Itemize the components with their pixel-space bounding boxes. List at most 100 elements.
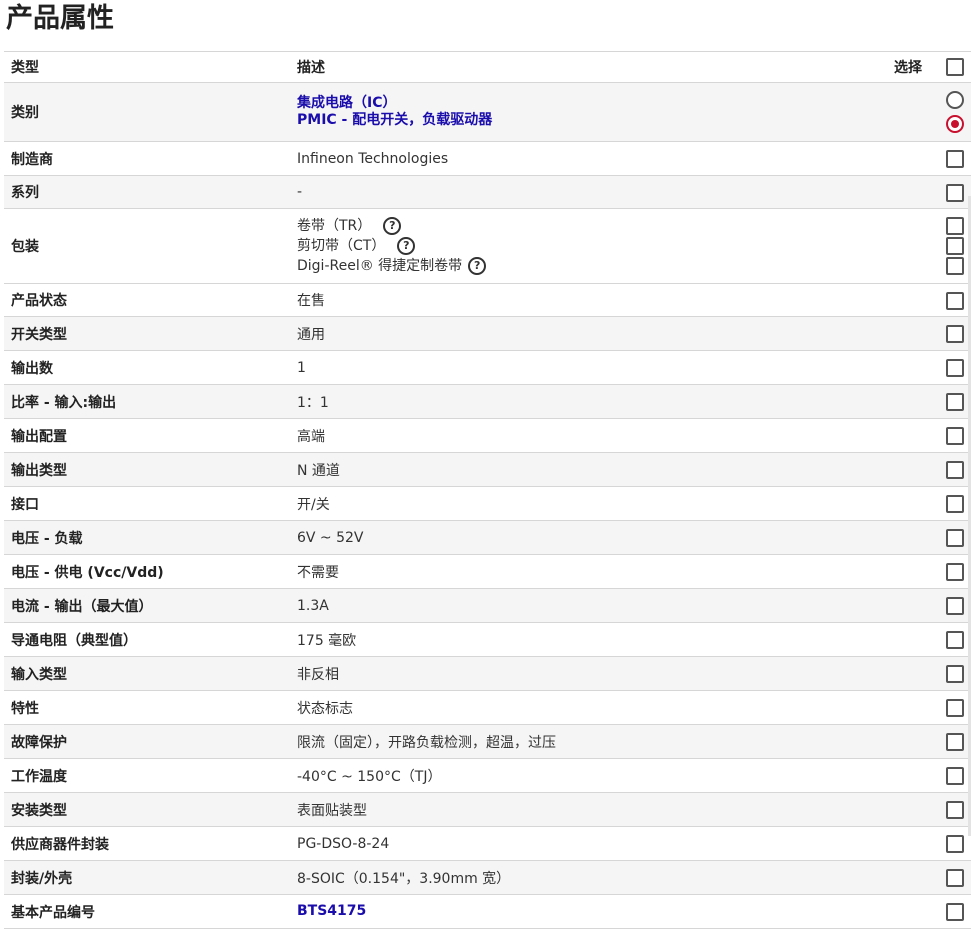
row-checkbox[interactable]	[946, 291, 964, 310]
row-label: 导通电阻（典型值）	[11, 632, 137, 649]
row-label: 开关类型	[11, 326, 67, 343]
row-value: 非反相	[297, 666, 339, 683]
row-value: 通用	[297, 326, 325, 343]
row-checkbox[interactable]	[946, 427, 964, 446]
table-row: 输出类型 N 通道	[4, 452, 971, 487]
row-label: 封装/外壳	[11, 870, 73, 887]
packaging-checkbox-tr[interactable]	[946, 217, 964, 235]
row-label: 接口	[11, 496, 39, 513]
table-row: 故障保护 限流（固定），开路负载检测，超温，过压	[4, 724, 971, 759]
select-all-checkbox[interactable]	[946, 58, 964, 76]
table-row: 导通电阻（典型值） 175 毫欧	[4, 623, 971, 657]
header-description: 描述	[297, 60, 325, 76]
header-type: 类型	[11, 60, 39, 76]
row-label: 工作温度	[11, 768, 67, 785]
row-value: 高端	[297, 428, 325, 445]
row-label: 电压 - 供电 (Vcc/Vdd)	[11, 564, 164, 581]
row-value: 8-SOIC（0.154"，3.90mm 宽）	[297, 870, 511, 887]
row-value: 在售	[297, 293, 325, 309]
page-title: 产品属性	[6, 3, 114, 34]
row-checkbox[interactable]	[946, 801, 964, 820]
row-label: 产品状态	[11, 293, 67, 309]
help-icon[interactable]: ?	[383, 217, 402, 235]
row-label: 特性	[11, 700, 39, 717]
base-part-link[interactable]: BTS4175	[297, 903, 857, 920]
row-checkbox[interactable]	[946, 359, 964, 378]
category-radio-pmic[interactable]	[946, 115, 964, 133]
table-row: 开关类型 通用	[4, 316, 971, 351]
row-checkbox[interactable]	[946, 835, 964, 854]
row-label: 安装类型	[11, 802, 67, 819]
row-checkbox[interactable]	[946, 903, 964, 922]
table-row: 特性 状态标志	[4, 691, 971, 725]
row-label: 电压 - 负载	[11, 530, 83, 547]
row-label: 电流 - 输出（最大值）	[11, 598, 153, 615]
packaging-option-digireel: Digi-Reel® 得捷定制卷带	[297, 258, 463, 274]
row-value: 开/关	[297, 496, 330, 513]
table-row: 输入类型 非反相	[4, 656, 971, 691]
product-attributes-table: 类型 描述 选择 类别 集成电路（IC） PMIC - 配电开关，负载驱动器 制…	[4, 51, 971, 929]
packaging-checkbox-digireel[interactable]	[946, 257, 964, 275]
table-row: 供应商器件封装 PG-DSO-8-24	[4, 827, 971, 861]
row-label: 比率 - 输入:输出	[11, 394, 117, 411]
row-checkbox[interactable]	[946, 150, 964, 169]
row-value: 表面贴装型	[297, 802, 367, 819]
row-value: -40°C ~ 150°C（TJ）	[297, 768, 442, 785]
row-checkbox[interactable]	[946, 597, 964, 616]
row-label: 基本产品编号	[11, 904, 95, 921]
row-label: 输出数	[11, 360, 53, 377]
row-checkbox[interactable]	[946, 393, 964, 412]
row-label: 供应商器件封装	[11, 836, 109, 853]
category-radio-ic[interactable]	[946, 91, 964, 109]
row-checkbox[interactable]	[946, 767, 964, 786]
table-row: 封装/外壳 8-SOIC（0.154"，3.90mm 宽）	[4, 860, 971, 895]
row-checkbox[interactable]	[946, 665, 964, 684]
table-row: 产品状态 在售	[4, 284, 971, 317]
packaging-checkbox-ct[interactable]	[946, 237, 964, 255]
row-label: 输出配置	[11, 428, 67, 445]
row-checkbox[interactable]	[946, 461, 964, 480]
row-value: 175 毫欧	[297, 632, 357, 649]
row-label: 制造商	[11, 151, 53, 168]
table-row: 输出数 1	[4, 351, 971, 385]
row-checkbox[interactable]	[946, 495, 964, 514]
help-icon[interactable]: ?	[397, 237, 416, 255]
row-label: 类别	[11, 105, 39, 121]
row-label: 包装	[11, 239, 39, 255]
packaging-option-tr: 卷带（TR）	[297, 218, 372, 234]
row-value: 1：1	[297, 394, 329, 411]
category-link-ic[interactable]: 集成电路（IC）	[297, 95, 857, 112]
table-row: 比率 - 输入:输出 1：1	[4, 384, 971, 419]
row-checkbox[interactable]	[946, 869, 964, 888]
row-value: PG-DSO-8-24	[297, 835, 390, 852]
table-header-row: 类型 描述 选择	[4, 51, 971, 83]
table-row-manufacturer: 制造商 Infineon Technologies	[4, 142, 971, 176]
row-checkbox[interactable]	[946, 631, 964, 650]
row-checkbox[interactable]	[946, 183, 964, 202]
row-value: -	[297, 184, 303, 200]
row-value: 不需要	[297, 564, 339, 581]
category-link-pmic[interactable]: PMIC - 配电开关，负载驱动器	[297, 112, 857, 129]
table-row: 安装类型 表面贴装型	[4, 792, 971, 827]
help-icon[interactable]: ?	[468, 257, 487, 275]
row-value: 限流（固定），开路负载检测，超温，过压	[297, 734, 556, 751]
row-label: 故障保护	[11, 734, 67, 751]
row-value: N 通道	[297, 462, 340, 479]
packaging-option-ct: 剪切带（CT）	[297, 238, 386, 254]
row-value: 6V ~ 52V	[297, 529, 364, 546]
row-checkbox[interactable]	[946, 529, 964, 548]
row-checkbox[interactable]	[946, 563, 964, 582]
table-row-category: 类别 集成电路（IC） PMIC - 配电开关，负载驱动器	[4, 82, 971, 142]
row-value: 1.3A	[297, 597, 329, 614]
row-value: 1	[297, 359, 306, 376]
row-checkbox[interactable]	[946, 325, 964, 344]
row-checkbox[interactable]	[946, 699, 964, 718]
table-row: 接口 开/关	[4, 487, 971, 521]
row-label: 输入类型	[11, 666, 67, 683]
row-label: 系列	[11, 185, 39, 201]
table-row: 工作温度 -40°C ~ 150°C（TJ）	[4, 759, 971, 793]
header-select: 选择	[894, 60, 922, 76]
row-value: 状态标志	[297, 700, 353, 717]
row-checkbox[interactable]	[946, 733, 964, 752]
table-row: 输出配置 高端	[4, 419, 971, 453]
